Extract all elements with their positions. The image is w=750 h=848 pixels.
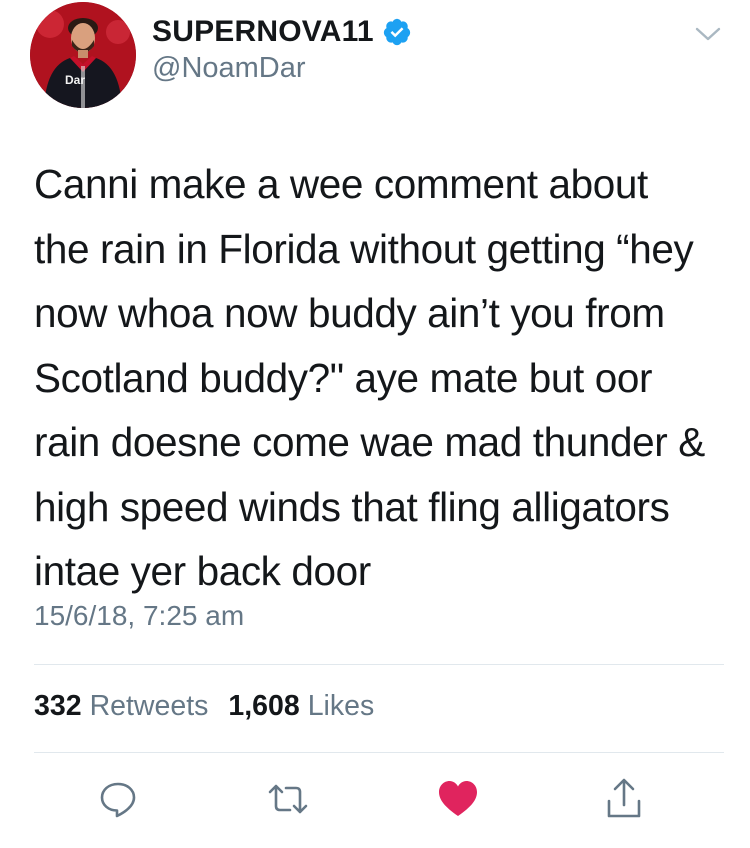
reply-icon (100, 782, 136, 818)
retweets-stat[interactable]: 332 Retweets (34, 690, 208, 723)
avatar[interactable]: Dar (30, 2, 136, 108)
divider (34, 752, 724, 753)
tweet-text-line: high speed winds that fling alligators (34, 483, 670, 530)
tweet-timestamp[interactable]: 15/6/18, 7:25 am (34, 600, 244, 632)
tweet-text-line: rain doesne come wae mad thunder & (34, 419, 705, 465)
heart-icon (439, 781, 477, 816)
avatar-logo-text: Dar (65, 73, 85, 87)
chevron-down-icon[interactable] (693, 22, 723, 46)
likes-count: 1,608 (228, 690, 300, 722)
author-name-row[interactable]: SUPERNOVA11 (152, 12, 412, 52)
tweet-text-line: now whoa now buddy ain’t you from (34, 290, 665, 336)
tweet-text-line: Scotland buddy?" aye mate but oor (34, 354, 653, 401)
retweets-count: 332 (34, 690, 82, 722)
likes-stat[interactable]: 1,608 Likes (228, 690, 374, 723)
share-icon (607, 778, 641, 818)
divider (34, 664, 724, 665)
reply-button[interactable] (96, 777, 140, 821)
avatar-image: Dar (30, 2, 136, 108)
tweet-text-line: the rain in Florida without getting “hey (34, 225, 694, 272)
share-button[interactable] (602, 777, 646, 821)
tweet-text: Canni make a wee comment about the rain … (34, 152, 734, 604)
tweet-text-line: intae yer back door (34, 548, 371, 594)
retweet-icon (268, 784, 308, 814)
likes-label: Likes (307, 690, 375, 722)
tweet-card: Dar SUPERNOVA11 @NoamDar Canni make a we… (0, 0, 750, 848)
author-handle[interactable]: @NoamDar (152, 52, 306, 85)
display-name[interactable]: SUPERNOVA11 (152, 15, 374, 49)
retweet-button[interactable] (266, 777, 310, 821)
verified-badge-icon (382, 17, 412, 47)
tweet-text-line: Canni make a wee comment about (34, 161, 648, 207)
retweets-label: Retweets (89, 690, 209, 722)
like-button[interactable] (436, 777, 480, 821)
tweet-stats: 332 Retweets 1,608 Likes (34, 690, 394, 723)
